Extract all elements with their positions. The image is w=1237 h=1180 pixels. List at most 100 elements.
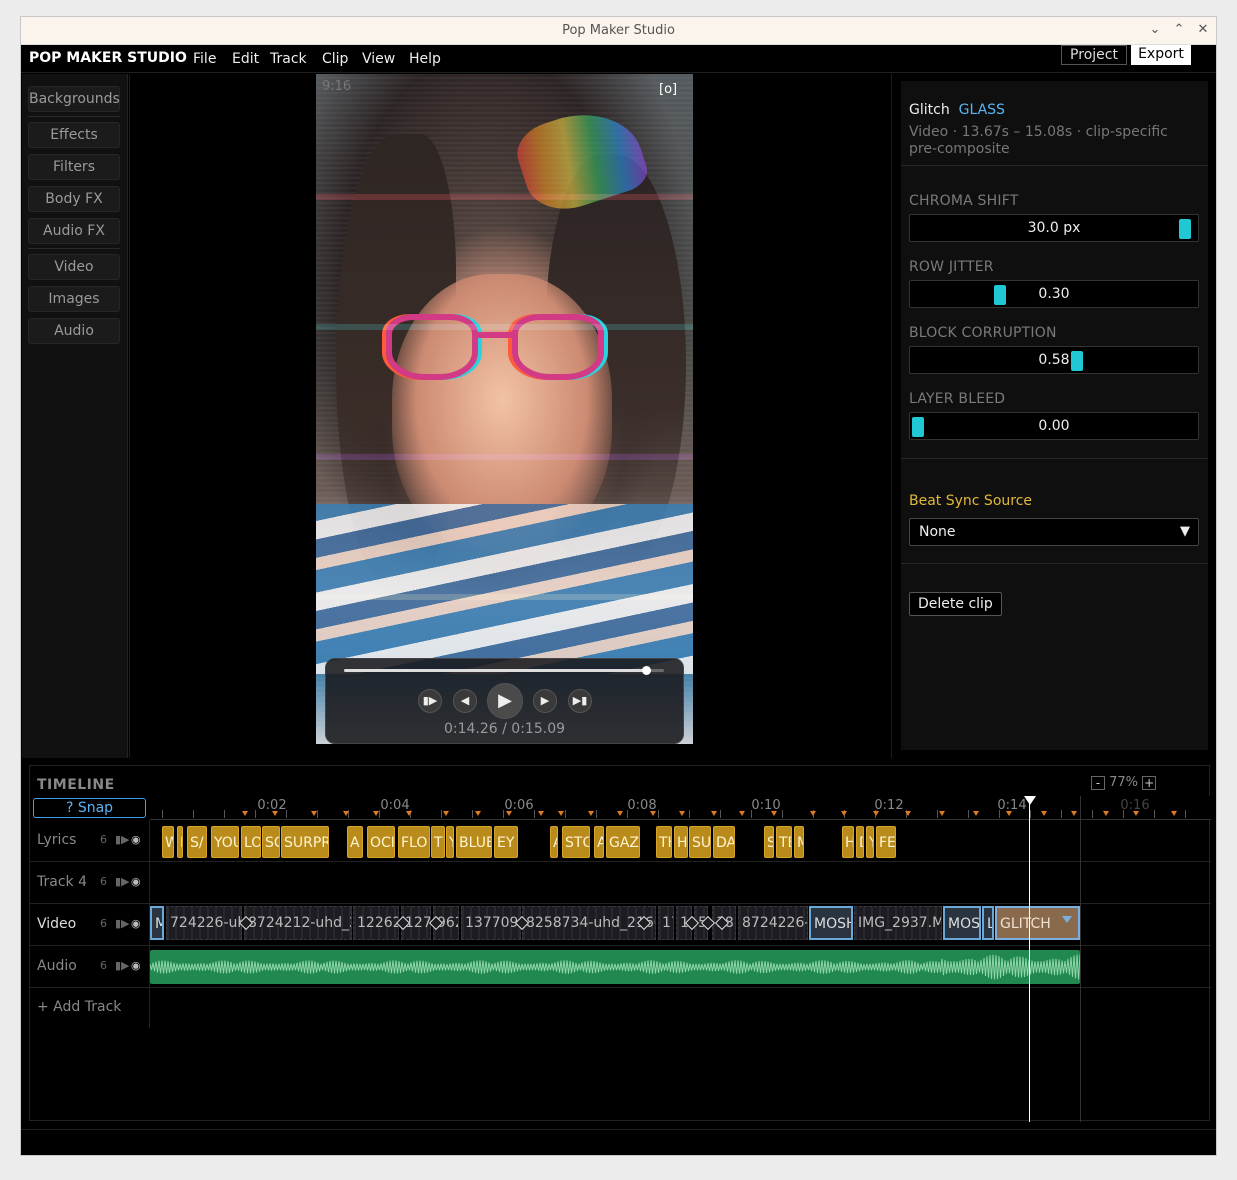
snap-toggle[interactable]: ? Snap [33, 798, 146, 818]
video-clip[interactable]: 8724212-uhd_21 [244, 906, 352, 940]
delete-clip-button[interactable]: Delete clip [909, 592, 1002, 616]
video-clip[interactable]: MOSH [809, 906, 853, 940]
lyric-clip[interactable]: EY [494, 826, 518, 858]
lyric-clip[interactable]: FLO [398, 826, 430, 858]
close-icon[interactable]: ✕ [1194, 21, 1212, 39]
lyric-clip[interactable]: W [162, 826, 174, 858]
scrub-handle[interactable] [642, 666, 652, 675]
beat-sync-select[interactable]: None ▼ [909, 518, 1199, 546]
lyric-clip[interactable]: STO [562, 826, 590, 858]
menu-view[interactable]: View [362, 51, 395, 67]
slider-handle[interactable] [912, 417, 924, 437]
menu-track[interactable]: Track [270, 51, 307, 67]
app-brand: POP MAKER STUDIO [29, 50, 187, 66]
sidebar-images[interactable]: Images [28, 286, 120, 312]
sidebar-video[interactable]: Video [28, 254, 120, 280]
lyric-clip[interactable]: FE [876, 826, 896, 858]
playhead[interactable] [1029, 796, 1030, 1122]
layer-bleed-slider[interactable]: 0.00 [909, 412, 1199, 440]
video-clip[interactable]: 724226-uhd [166, 906, 242, 940]
video-clip[interactable]: MOSH [943, 906, 981, 940]
video-clip[interactable]: IMG_2937.MOV [854, 906, 942, 940]
visibility-icon[interactable]: ◉ [131, 917, 141, 930]
lyric-clip[interactable]: SU [689, 826, 711, 858]
visibility-icon[interactable]: ◉ [131, 959, 141, 972]
mute-icon[interactable]: ▮▶ [115, 875, 130, 888]
video-clip[interactable]: 8724226-u [738, 906, 808, 940]
mute-icon[interactable]: ▮▶ [115, 833, 130, 846]
menu-clip[interactable]: Clip [322, 51, 348, 67]
lyric-clip[interactable]: S/ [187, 826, 207, 858]
lyric-clip[interactable]: H [842, 826, 854, 858]
sidebar-body-fx[interactable]: Body FX [28, 186, 120, 212]
skip-end-icon[interactable]: ▶▮ [568, 689, 592, 713]
video-clip[interactable]: 17 [658, 906, 674, 940]
scrub-bar[interactable] [344, 666, 664, 675]
lyric-clip[interactable]: LO [241, 826, 261, 858]
maximize-icon[interactable]: ⌃ [1170, 21, 1188, 39]
sidebar-backgrounds[interactable]: Backgrounds [28, 86, 120, 112]
video-clip[interactable]: 12262 [353, 906, 399, 940]
lyric-clip[interactable]: OCI [367, 826, 395, 858]
lyric-clip[interactable]: A [594, 826, 604, 858]
lyric-clip[interactable]: TE [776, 826, 792, 858]
play-icon[interactable]: ▶ [487, 683, 523, 719]
lyric-clip[interactable]: BLUE [456, 826, 492, 858]
menu-edit[interactable]: Edit [232, 51, 259, 67]
lyric-clip[interactable]: A [550, 826, 558, 858]
lyric-clip[interactable]: Y [446, 826, 454, 858]
lyric-clip[interactable]: S [764, 826, 774, 858]
project-button[interactable]: Project [1061, 45, 1127, 65]
video-clip[interactable]: 13770946 [461, 906, 521, 940]
sidebar-audio-fx[interactable]: Audio FX [28, 218, 120, 244]
lyric-clip[interactable]: A [347, 826, 363, 858]
lyric-clip[interactable]: Y [866, 826, 874, 858]
video-clip[interactable]: M [150, 906, 164, 940]
lyric-clip[interactable]: YOU [211, 826, 239, 858]
add-track-button[interactable]: + Add Track [37, 999, 121, 1015]
menu-help[interactable]: Help [409, 51, 441, 67]
fullscreen-button[interactable]: [o] [659, 82, 677, 97]
lyric-clip[interactable]: SC [262, 826, 280, 858]
audio-clip[interactable] [149, 950, 1082, 984]
playhead-handle[interactable] [1024, 796, 1036, 805]
mute-icon[interactable]: ▮▶ [115, 917, 130, 930]
zoom-in-button[interactable]: + [1142, 775, 1157, 790]
visibility-icon[interactable]: ◉ [131, 875, 141, 888]
visibility-icon[interactable]: ◉ [131, 833, 141, 846]
video-canvas[interactable]: 9:16 [o] [316, 74, 693, 744]
lyric-clip[interactable]: DA [713, 826, 735, 858]
track-number: 6 [100, 917, 107, 930]
slider-handle[interactable] [1179, 219, 1192, 239]
lyric-clip[interactable]: SURPR [281, 826, 329, 858]
time-ruler[interactable]: 0:02 0:04 0:06 0:08 0:10 0:12 0:14 0:16 [150, 796, 1211, 820]
skip-start-icon[interactable]: ▮▶ [418, 689, 442, 713]
zoom-out-button[interactable]: - [1091, 775, 1105, 790]
lyric-clip[interactable]: T [431, 826, 445, 858]
lyric-clip[interactable]: D [856, 826, 864, 858]
video-clip[interactable]: GLITCH [995, 906, 1080, 940]
export-button[interactable]: Export [1131, 45, 1191, 65]
menu-file[interactable]: File [193, 51, 216, 67]
row-jitter-slider[interactable]: 0.30 [909, 280, 1199, 308]
block-corruption-slider[interactable]: 0.58 [909, 346, 1199, 374]
slider-handle[interactable] [994, 285, 1007, 305]
lyric-clip[interactable]: I [177, 826, 183, 858]
clip-menu-icon[interactable] [1062, 916, 1072, 923]
lyric-clip[interactable]: TH [656, 826, 672, 858]
video-clip[interactable]: L [982, 906, 994, 940]
effect-style[interactable]: GLASS [959, 102, 1005, 118]
minimize-icon[interactable]: ⌄ [1146, 21, 1164, 39]
slider-handle[interactable] [1070, 351, 1083, 371]
sidebar-audio[interactable]: Audio [28, 318, 120, 344]
mute-icon[interactable]: ▮▶ [115, 959, 130, 972]
sidebar-filters[interactable]: Filters [28, 154, 120, 180]
sidebar-effects[interactable]: Effects [28, 122, 120, 148]
lyric-clip[interactable]: H [674, 826, 688, 858]
step-back-icon[interactable]: ◀ [453, 689, 477, 713]
chroma-shift-slider[interactable]: 30.0 px [909, 214, 1199, 242]
lyric-clip[interactable]: GAZ [606, 826, 640, 858]
step-forward-icon[interactable]: ▶ [533, 689, 557, 713]
lyric-clip[interactable]: M [794, 826, 804, 858]
video-clip[interactable]: 8258734-uhd_2160_4 [522, 906, 656, 940]
